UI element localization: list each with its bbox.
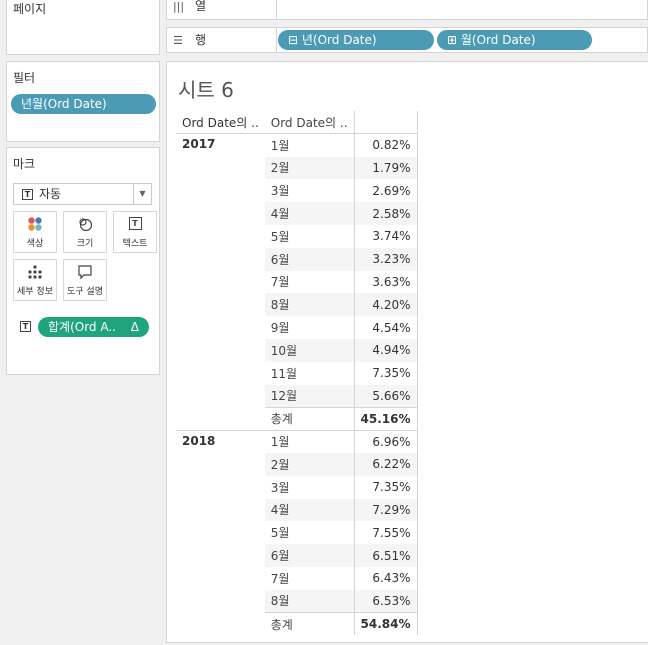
columns-shelf[interactable]: ||| 열 [166,0,648,20]
tooltip-icon [64,264,106,284]
text-button[interactable]: T 텍스트 [113,211,157,253]
text-button-label: 텍스트 [122,239,148,249]
value-cell[interactable]: 7.35% [353,475,418,499]
sheet-title: 시트 6 [178,78,234,102]
color-dots-icon [14,216,56,236]
measure-pill-label: 합계(Ord A.. [48,320,116,334]
month-cell[interactable]: 5월 [265,521,354,544]
month-cell[interactable]: 1월 [265,134,354,157]
value-cell[interactable]: 6.51% [353,544,418,567]
rows-shelf[interactable]: ☰ 행 ⊟ 년(Ord Date) ⊞ 월(Ord Date) [166,27,648,53]
tooltip-button[interactable]: 도구 설명 [63,259,107,301]
value-cell[interactable]: 7.35% [353,361,418,385]
total-label: 총계 [264,612,355,636]
tooltip-button-label: 도구 설명 [67,287,103,297]
month-cell[interactable]: 6월 [264,544,355,567]
month-cell[interactable]: 7월 [265,567,354,590]
columns-shelf-label: ||| 열 [167,0,277,19]
measure-pill[interactable]: 합계(Ord A.. Δ [38,317,149,337]
pages-title: 페이지 [13,2,47,16]
total-value[interactable]: 54.84% [353,612,418,636]
table-body: 2017 1월 0.82% 2월 1.79% 3월 2.69% 4월 2.58% 5월 3.74% 6… [176,133,418,636]
month-cell[interactable]: 9월 [265,316,354,339]
chevron-down-icon[interactable]: ▼ [133,184,151,204]
columns-label: 열 [195,0,207,13]
value-cell[interactable]: 7.29% [353,498,418,522]
color-button[interactable]: 색상 [13,211,57,253]
month-cell[interactable]: 3월 [265,179,354,202]
month-cell[interactable]: 2월 [264,156,355,180]
year-cell[interactable]: 2017 [176,133,265,431]
value-cell[interactable]: 4.20% [353,293,418,317]
rows-label: 행 [195,33,207,47]
filters-card[interactable]: 필터 년월(Ord Date) [6,61,160,142]
month-cell[interactable]: 11월 [265,362,354,385]
month-cell[interactable]: 12월 [264,384,355,408]
columns-icon: ||| [173,0,185,13]
row-pill-year-label: 년(Ord Date) [301,33,377,47]
row-pill-month[interactable]: ⊞ 월(Ord Date) [437,30,592,50]
column-header-month[interactable]: Ord Date의 .. [264,111,355,135]
filter-pill-label: 년월(Ord Date) [21,97,107,111]
value-cell[interactable]: 2.58% [353,202,418,225]
value-cell[interactable]: 6.43% [353,566,418,590]
column-header-year[interactable]: Ord Date의 .. [176,111,265,135]
month-cell[interactable]: 6월 [264,247,355,271]
color-button-label: 색상 [26,239,44,249]
rows-shelf-label: ☰ 행 [167,28,277,52]
value-cell[interactable]: 6.22% [353,452,418,476]
month-cell[interactable]: 8월 [264,589,355,613]
month-cell[interactable]: 1월 [264,429,355,453]
table-row: 2017 1월 0.82% [176,133,418,431]
month-cell[interactable]: 2월 [264,452,355,476]
value-cell[interactable]: 6.96% [353,429,418,453]
text-mark-icon: T [22,189,33,200]
value-cell[interactable]: 6.53% [353,589,418,613]
value-cell[interactable]: 3.74% [353,224,418,248]
row-pill-month-label: 월(Ord Date) [460,33,536,47]
delta-icon: Δ [130,320,139,334]
total-value[interactable]: 45.16% [353,406,418,431]
total-label: 총계 [264,406,355,431]
value-cell[interactable]: 4.94% [353,338,418,362]
expand-icon[interactable]: ⊞ [447,33,457,47]
month-cell[interactable]: 4월 [264,202,355,225]
detail-button[interactable]: 세부 정보 [13,259,57,301]
detail-button-label: 세부 정보 [17,287,53,297]
month-cell[interactable]: 7월 [265,271,354,294]
value-cell[interactable]: 2.69% [353,179,418,203]
value-cell[interactable]: 5.66% [353,384,418,408]
value-cell[interactable]: 0.82% [353,133,418,157]
rows-icon: ☰ [173,34,183,47]
value-cell[interactable]: 3.63% [353,270,418,294]
value-cell[interactable]: 3.23% [353,247,418,271]
size-button[interactable]: 크기 [63,211,107,253]
text-icon: T [114,216,156,236]
crosstab: Ord Date의 .. Ord Date의 .. 2017 1월 0.82% 2월 1… [176,111,418,636]
column-header-value [353,111,418,135]
month-cell[interactable]: 4월 [264,498,355,522]
detail-icon [14,264,56,284]
filter-pill[interactable]: 년월(Ord Date) [11,94,156,114]
table-row: 2018 1월 6.96% [176,429,418,636]
month-cell[interactable]: 3월 [265,476,354,499]
collapse-icon[interactable]: ⊟ [288,33,298,47]
year-cell[interactable]: 2018 [176,429,265,636]
month-cell[interactable]: 8월 [264,293,355,317]
filters-title: 필터 [13,71,36,85]
month-cell[interactable]: 10월 [264,338,355,362]
mark-type-dropdown[interactable]: T 자동 ▼ [13,183,152,205]
mark-type-label: 자동 [39,187,62,201]
measure-text-icon: T [20,321,31,332]
value-cell[interactable]: 4.54% [353,316,418,339]
value-cell[interactable]: 1.79% [353,156,418,180]
size-button-label: 크기 [76,239,94,249]
month-cell[interactable]: 5월 [265,225,354,248]
marks-title: 마크 [13,157,36,171]
pages-card[interactable]: 페이지 [6,0,160,55]
value-cell[interactable]: 7.55% [353,521,418,545]
row-pill-year[interactable]: ⊟ 년(Ord Date) [278,30,434,50]
size-icon [64,216,106,236]
